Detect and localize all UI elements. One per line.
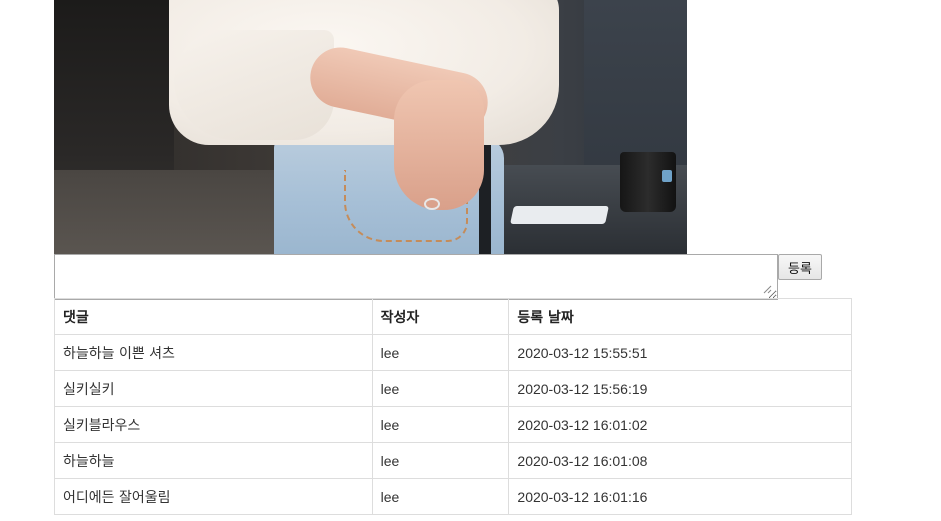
- cell-comment: 실키블라우스: [54, 406, 373, 443]
- cell-author: lee: [371, 370, 510, 407]
- cell-date: 2020-03-12 15:55:51: [508, 334, 852, 371]
- photo-mug: [620, 152, 676, 212]
- cell-author: lee: [371, 406, 510, 443]
- photo-shirt-sleeve: [174, 30, 334, 140]
- photo-mug-logo: [662, 170, 672, 182]
- cell-comment: 실키실키: [54, 370, 373, 407]
- submit-comment-button[interactable]: 등록: [778, 254, 822, 280]
- cell-comment: 어디에든 잘어울림: [54, 478, 373, 515]
- table-row: 실키블라우스 lee 2020-03-12 16:01:02: [54, 406, 852, 443]
- photo-table-object: [510, 206, 609, 224]
- table-header-row: 댓글 작성자 등록 날짜: [54, 298, 852, 335]
- cell-author: lee: [371, 334, 510, 371]
- comments-table: 댓글 작성자 등록 날짜 하늘하늘 이쁜 셔츠 lee 2020-03-12 1…: [54, 298, 852, 515]
- comment-input[interactable]: [54, 254, 778, 300]
- comments-table-header: 댓글 작성자 등록 날짜: [54, 298, 852, 335]
- column-header-comment: 댓글: [54, 298, 373, 335]
- cell-author: lee: [371, 478, 510, 515]
- cell-date: 2020-03-12 16:01:02: [508, 406, 852, 443]
- cell-date: 2020-03-12 15:56:19: [508, 370, 852, 407]
- table-row: 하늘하늘 이쁜 셔츠 lee 2020-03-12 15:55:51: [54, 334, 852, 371]
- photo-ring: [424, 198, 440, 210]
- cell-date: 2020-03-12 16:01:08: [508, 442, 852, 479]
- comments-table-body: 하늘하늘 이쁜 셔츠 lee 2020-03-12 15:55:51 실키실키 …: [54, 334, 852, 515]
- cell-comment: 하늘하늘: [54, 442, 373, 479]
- cell-date: 2020-03-12 16:01:16: [508, 478, 852, 515]
- cell-comment: 하늘하늘 이쁜 셔츠: [54, 334, 373, 371]
- column-header-author: 작성자: [371, 298, 510, 335]
- photo-floor: [54, 170, 284, 254]
- page: 등록 댓글 작성자 등록 날짜 하늘하늘 이쁜 셔츠 lee 2020-03-1…: [0, 0, 941, 521]
- table-row: 하늘하늘 lee 2020-03-12 16:01:08: [54, 442, 852, 479]
- cell-author: lee: [371, 442, 510, 479]
- product-photo: [54, 0, 687, 254]
- column-header-date: 등록 날짜: [508, 298, 852, 335]
- table-row: 실키실키 lee 2020-03-12 15:56:19: [54, 370, 852, 407]
- photo-hand: [394, 80, 484, 210]
- table-row: 어디에든 잘어울림 lee 2020-03-12 16:01:16: [54, 478, 852, 515]
